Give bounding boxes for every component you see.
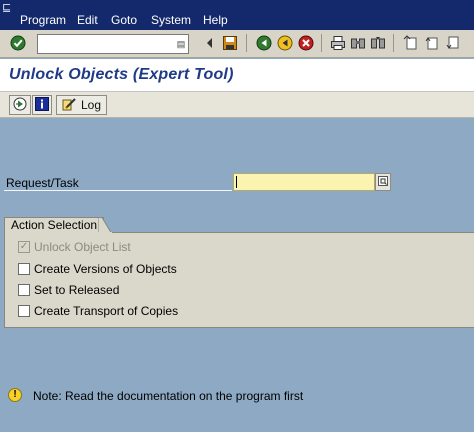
find-icon[interactable]	[350, 35, 366, 51]
option-set-to-released[interactable]: Set to Released	[18, 283, 119, 297]
group-tab-corner	[98, 217, 112, 233]
set-to-released-checkbox[interactable]	[18, 284, 30, 296]
request-task-input[interactable]	[233, 173, 375, 191]
enter-icon[interactable]	[10, 35, 26, 51]
previous-page-icon[interactable]	[424, 35, 440, 51]
execute-button[interactable]	[9, 95, 31, 115]
menu-system[interactable]: System	[151, 13, 191, 28]
title-bar: Unlock Objects (Expert Tool)	[0, 59, 474, 92]
action-selection-title: Action Selection	[4, 217, 105, 233]
unlock-object-list-label: Unlock Object List	[34, 240, 131, 254]
exit-icon[interactable]	[277, 35, 293, 51]
option-create-transport-of-copies[interactable]: Create Transport of Copies	[18, 304, 178, 318]
toolbar-separator	[393, 34, 394, 52]
save-icon[interactable]	[222, 35, 238, 51]
text-cursor	[236, 176, 237, 188]
request-task-label: Request/Task	[6, 176, 79, 190]
find-next-icon[interactable]	[370, 35, 386, 51]
value-help-icon	[378, 175, 388, 189]
menu-help[interactable]: Help	[203, 13, 228, 28]
create-versions-checkbox[interactable]	[18, 263, 30, 275]
print-icon[interactable]	[330, 35, 346, 51]
menu-bar: ⊑	[0, 0, 474, 30]
sap-window-icon[interactable]: ⊑	[2, 1, 16, 15]
command-field[interactable]: ▤	[37, 34, 189, 54]
warning-icon: !	[8, 388, 22, 402]
first-page-icon[interactable]	[403, 35, 419, 51]
info-icon	[35, 96, 49, 114]
menu-edit[interactable]: Edit	[77, 13, 98, 28]
toolbar-separator	[246, 34, 247, 52]
log-button-label: Log	[80, 98, 102, 112]
request-task-underline	[4, 190, 232, 191]
value-help-button[interactable]	[375, 173, 391, 191]
option-create-versions[interactable]: Create Versions of Objects	[18, 262, 177, 276]
menu-program[interactable]: Program	[20, 13, 66, 28]
create-versions-label: Create Versions of Objects	[34, 262, 177, 276]
information-button[interactable]	[32, 95, 52, 115]
cancel-icon[interactable]	[298, 35, 314, 51]
collapse-left-icon[interactable]	[202, 35, 218, 51]
page-title: Unlock Objects (Expert Tool)	[9, 66, 234, 83]
back-icon[interactable]	[256, 35, 272, 51]
next-page-icon[interactable]	[445, 35, 461, 51]
log-button[interactable]: Log	[56, 95, 107, 115]
create-transport-label: Create Transport of Copies	[34, 304, 179, 318]
command-history-icon[interactable]: ▤	[176, 37, 186, 51]
menu-goto[interactable]: Goto	[111, 13, 137, 28]
unlock-object-list-checkbox: ✓	[18, 241, 30, 253]
create-transport-checkbox[interactable]	[18, 305, 30, 317]
execute-icon	[13, 97, 27, 114]
note-text: Note: Read the documentation on the prog…	[33, 389, 304, 403]
log-icon	[62, 97, 77, 114]
option-unlock-object-list: ✓ Unlock Object List	[18, 240, 131, 254]
toolbar-separator	[321, 34, 322, 52]
set-to-released-label: Set to Released	[34, 283, 120, 297]
